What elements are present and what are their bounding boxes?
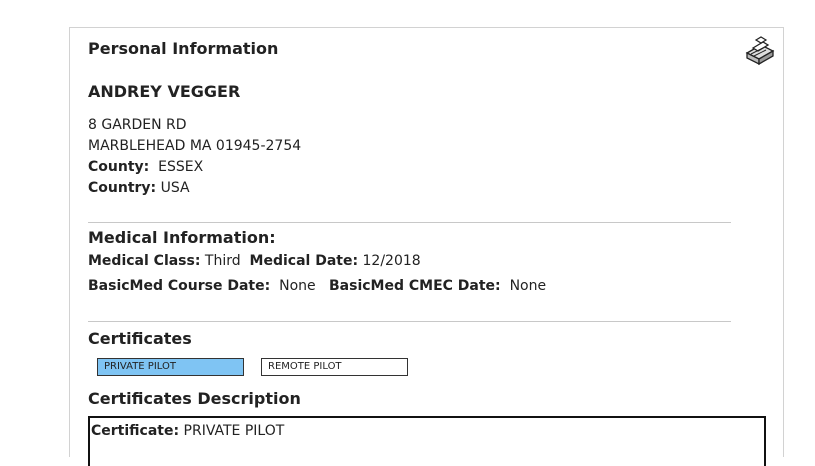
certificate-description-box: Certificate: PRIVATE PILOT [88,416,766,466]
medical-class-value: Third [204,253,241,269]
county-value: ESSEX [158,159,204,175]
tab-private-pilot[interactable]: PRIVATE PILOT [97,358,244,376]
medical-date-label: Medical Date: [249,253,359,269]
personal-info-heading: Personal Information [88,39,279,58]
certificates-description-heading: Certificates Description [88,389,301,408]
medical-info-heading: Medical Information: [88,228,276,247]
divider [88,222,731,223]
basicmed-cmec-label: BasicMed CMEC Date: [329,278,501,294]
medical-class-label: Medical Class: [88,253,201,269]
print-button[interactable] [743,36,775,66]
basicmed-course-label: BasicMed Course Date: [88,278,271,294]
address-line-2: MARBLEHEAD MA 01945-2754 [88,138,302,154]
personal-info-panel: Personal Information ANDREY VEGGER 8 GAR… [69,27,784,466]
basicmed-course-value: None [279,278,316,294]
county-label: County: [88,159,150,175]
country-row: Country: USA [88,180,190,196]
certificate-row: Certificate: PRIVATE PILOT [91,423,284,439]
printer-icon [745,36,775,66]
country-label: Country: [88,180,157,196]
tab-remote-pilot[interactable]: REMOTE PILOT [261,358,408,376]
certificates-heading: Certificates [88,329,192,348]
county-row: County: ESSEX [88,159,203,175]
pilot-name: ANDREY VEGGER [88,82,241,101]
medical-class-row: Medical Class: Third Medical Date: 12/20… [88,253,421,269]
basicmed-cmec-value: None [509,278,547,294]
certificate-label: Certificate: [91,423,180,439]
divider [88,321,731,322]
certificate-value: PRIVATE PILOT [183,423,285,439]
address-line-1: 8 GARDEN RD [88,117,187,133]
basicmed-row: BasicMed Course Date: None BasicMed CMEC… [88,278,546,294]
country-value: USA [160,180,190,196]
medical-date-value: 12/2018 [362,253,421,269]
